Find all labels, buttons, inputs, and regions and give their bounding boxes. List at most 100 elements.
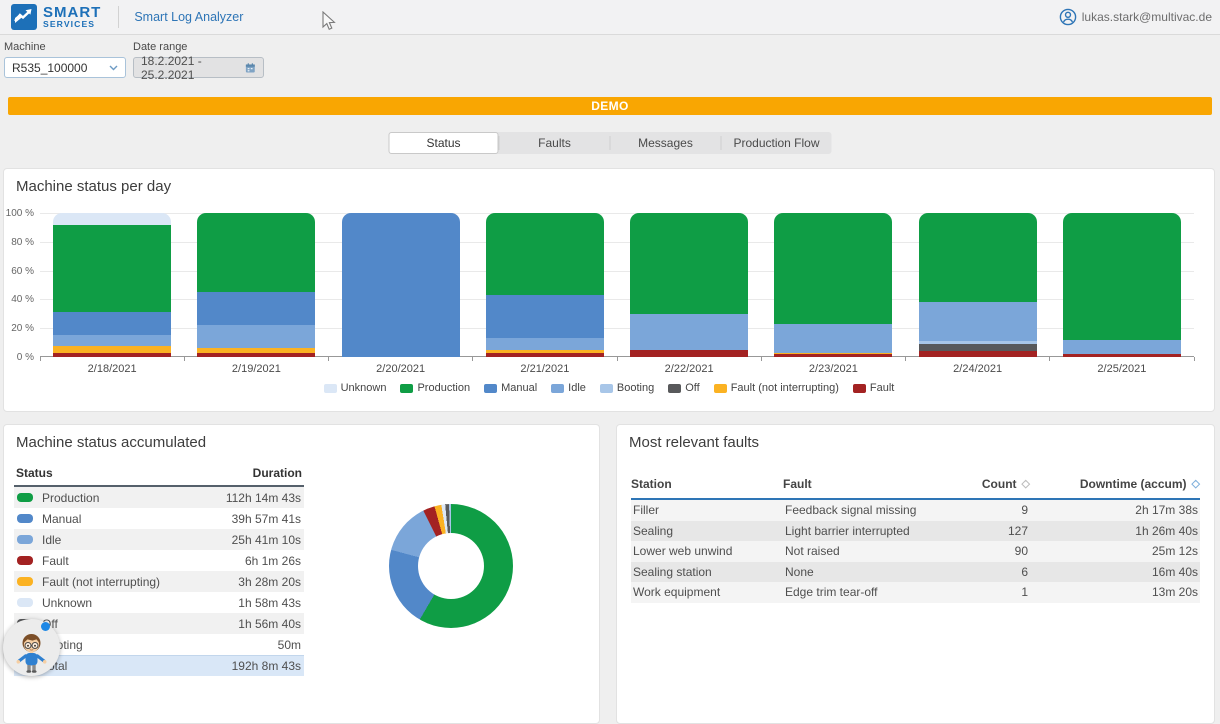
legend-swatch: [400, 384, 413, 393]
status-swatch: [17, 577, 33, 586]
legend-swatch: [551, 384, 564, 393]
legend-label: Fault: [870, 382, 894, 394]
fault-row-lower-web-unwind: Lower web unwindNot raised9025m 12s: [631, 541, 1200, 562]
fault-cell: 127: [936, 524, 1028, 538]
column-header-label: Count: [982, 477, 1017, 491]
date-range-input[interactable]: 18.2.2021 - 25.2.2021: [133, 57, 264, 78]
header-divider: [118, 6, 119, 28]
fault-cell: None: [785, 565, 936, 579]
bar-slot-2-24-2021: [906, 213, 1050, 357]
legend-item-booting: Booting: [600, 382, 654, 394]
stacked-bar-2-24-2021: [919, 213, 1037, 357]
legend-item-off: Off: [668, 382, 699, 394]
fault-row-sealing: SealingLight barrier interrupted1271h 26…: [631, 521, 1200, 542]
column-header-count[interactable]: Count ◇: [938, 477, 1030, 491]
tab-status[interactable]: Status: [389, 132, 499, 154]
fault-cell: Lower web unwind: [633, 544, 785, 558]
bar-segment-production: [919, 213, 1037, 302]
total-duration: 192h 8m 43s: [232, 659, 301, 673]
calendar-icon: [245, 62, 256, 74]
most-relevant-faults-panel: Most relevant faults StationFault Count ◇D…: [616, 424, 1215, 724]
y-axis-tick-label: 60 %: [4, 266, 34, 277]
status-duration: 6h 1m 26s: [245, 554, 301, 568]
legend-item-manual: Manual: [484, 382, 537, 394]
bar-chart-plot: 2/18/20212/19/20212/20/20212/21/20212/22…: [40, 213, 1194, 357]
bar-segment-production: [197, 213, 315, 292]
bar-segment-manual: [53, 312, 171, 335]
legend-label: Manual: [501, 382, 537, 394]
tab-production-flow[interactable]: Production Flow: [722, 132, 832, 154]
column-header-downtime-accum[interactable]: Downtime (accum)◇: [1030, 477, 1200, 491]
legend-item-fault: Fault: [853, 382, 894, 394]
stacked-bar-2-18-2021: [53, 213, 171, 357]
column-header-station: Station: [631, 477, 783, 491]
stacked-bar-2-22-2021: [630, 213, 748, 357]
fault-row-filler: FillerFeedback signal missing92h 17m 38s: [631, 500, 1200, 521]
fault-cell: 6: [936, 565, 1028, 579]
legend-label: Fault (not interrupting): [731, 382, 839, 394]
bar-segment-production: [486, 213, 604, 295]
bar-segment-idle: [486, 338, 604, 350]
assistant-avatar-icon: [3, 619, 60, 676]
bar-segment-idle: [197, 325, 315, 348]
x-axis-label: 2/23/2021: [809, 363, 858, 375]
fault-cell: 16m 40s: [1028, 565, 1198, 579]
status-label: Fault: [42, 554, 69, 568]
bar-segment-idle: [53, 335, 171, 345]
machine-filter: Machine R535_100000: [4, 41, 126, 78]
status-swatch: [17, 556, 33, 565]
date-range-label: Date range: [133, 41, 264, 53]
bar-segment-production: [53, 225, 171, 313]
status-swatch: [17, 514, 33, 523]
user-account-menu[interactable]: lukas.stark@multivac.de: [1059, 8, 1212, 26]
faults-panel-title: Most relevant faults: [617, 425, 1214, 451]
status-label: Production: [42, 491, 99, 505]
status-duration: 112h 14m 43s: [226, 491, 301, 505]
assistant-widget[interactable]: [3, 619, 60, 676]
status-label: Fault (not interrupting): [42, 575, 160, 589]
smart-log-analyzer-app: { "header": { "brand_line1": "SMART", "b…: [0, 0, 1220, 677]
bar-slot-2-21-2021: [473, 213, 617, 357]
tab-messages[interactable]: Messages: [611, 132, 721, 154]
fault-row-sealing-station: Sealing stationNone616m 40s: [631, 562, 1200, 583]
brand-line1: SMART: [43, 5, 101, 21]
y-axis-tick-label: 100 %: [4, 208, 34, 219]
fault-cell: Work equipment: [633, 585, 785, 599]
legend-label: Unknown: [341, 382, 387, 394]
x-axis-label: 2/25/2021: [1097, 363, 1146, 375]
bar-slot-2-23-2021: [761, 213, 905, 357]
fault-cell: 1h 26m 40s: [1028, 524, 1198, 538]
legend-item-unknown: Unknown: [324, 382, 387, 394]
machine-select[interactable]: R535_100000: [4, 57, 126, 78]
x-axis-tick: [1194, 357, 1195, 361]
legend-swatch: [484, 384, 497, 393]
sort-icon: ◇: [1022, 479, 1030, 490]
status-duration: 1h 58m 43s: [238, 596, 301, 610]
status-duration: 1h 56m 40s: [238, 617, 301, 631]
bar-segment-production: [1063, 213, 1181, 340]
bar-segment-fault: [486, 353, 604, 357]
fault-cell: 13m 20s: [1028, 585, 1198, 599]
faults-table-body: FillerFeedback signal missing92h 17m 38s…: [631, 500, 1200, 603]
fault-cell: 2h 17m 38s: [1028, 503, 1198, 517]
fault-cell: 9: [936, 503, 1028, 517]
tab-faults[interactable]: Faults: [500, 132, 610, 154]
date-range-filter: Date range 18.2.2021 - 25.2.2021: [133, 41, 264, 78]
fault-cell: Sealing station: [633, 565, 785, 579]
column-header-label: Fault: [783, 477, 812, 491]
machine-select-value: R535_100000: [12, 61, 87, 75]
status-swatch: [17, 535, 33, 544]
y-axis-tick-label: 40 %: [4, 294, 34, 305]
bar-slot-2-19-2021: [184, 213, 328, 357]
bar-slot-2-18-2021: [40, 213, 184, 357]
sort-icon: ◇: [1192, 479, 1200, 490]
x-axis-tick: [184, 357, 185, 361]
bar-segment-idle: [774, 324, 892, 353]
x-axis-tick: [1049, 357, 1050, 361]
chart-legend: UnknownProductionManualIdleBootingOffFau…: [4, 382, 1214, 394]
x-axis-tick: [905, 357, 906, 361]
top-bar: SMART SERVICES Smart Log Analyzer lukas.…: [0, 0, 1220, 35]
bar-slot-2-25-2021: [1050, 213, 1194, 357]
demo-banner: DEMO: [8, 97, 1212, 115]
column-header-fault: Fault: [783, 477, 938, 491]
